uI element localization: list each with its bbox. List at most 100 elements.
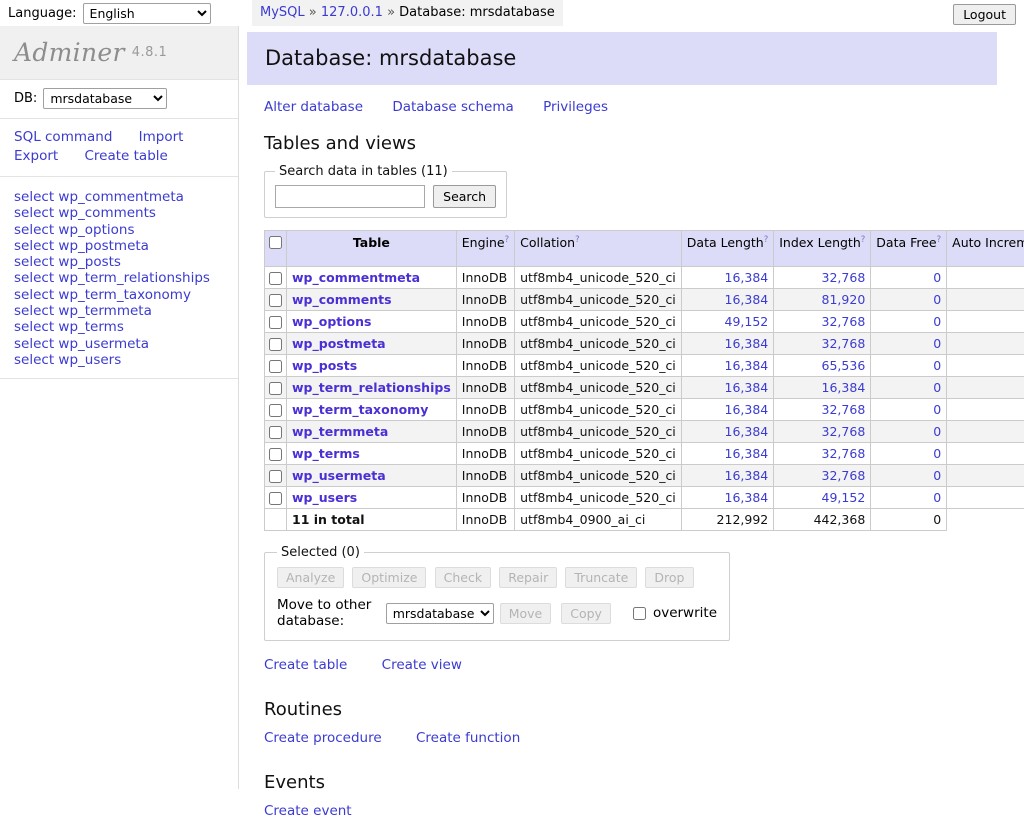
move-button[interactable]: Move [500,603,552,624]
table-name-link[interactable]: wp_term_taxonomy [292,402,428,417]
search-input[interactable] [275,185,425,208]
privileges-link[interactable]: Privileges [543,99,608,115]
sidebar-select-link[interactable]: select wp_users [14,352,238,368]
overwrite-checkbox-label[interactable]: overwrite [629,604,717,623]
row-select-checkbox[interactable] [269,426,282,439]
table-name-link[interactable]: wp_users [292,490,357,505]
help-marker-icon[interactable]: ? [575,235,580,245]
header-engine[interactable]: Engine? [456,231,514,267]
truncate-button[interactable]: Truncate [565,567,637,588]
optimize-button[interactable]: Optimize [352,567,426,588]
header-data-length[interactable]: Data Length? [681,231,773,267]
help-marker-icon[interactable]: ? [505,235,510,245]
table-name-link[interactable]: wp_comments [292,292,392,307]
overwrite-checkbox[interactable] [633,607,646,620]
data-length-cell: 16,384 [681,377,773,399]
index-length-cell: 81,920 [774,289,871,311]
breadcrumb-current: Database: mrsdatabase [399,5,555,20]
row-select-checkbox[interactable] [269,448,282,461]
index-length-cell: 65,536 [774,355,871,377]
help-marker-icon[interactable]: ? [764,235,769,245]
create-table-link[interactable]: Create table [264,657,347,673]
move-target-db-select[interactable]: mrsdatabase [386,603,494,624]
sidebar-select-link[interactable]: select wp_comments [14,205,238,221]
table-name-link[interactable]: wp_options [292,314,371,329]
logout-button[interactable] [953,4,1016,25]
export-link[interactable]: Export [14,148,58,164]
table-row: wp_term_relationshipsInnoDButf8mb4_unico… [265,377,1024,399]
row-select-checkbox[interactable] [269,470,282,483]
tables-table-body: wp_commentmetaInnoDButf8mb4_unicode_520_… [265,267,1024,531]
drop-button[interactable]: Drop [645,567,693,588]
adminer-logo-text[interactable]: Adminer [14,38,125,67]
help-marker-icon[interactable]: ? [861,235,866,245]
sidebar-select-link[interactable]: select wp_options [14,222,238,238]
index-length-cell: 32,768 [774,465,871,487]
import-link[interactable]: Import [139,129,184,145]
data-free-cell: 0 [871,487,947,509]
row-select-checkbox[interactable] [269,272,282,285]
row-select-cell [265,487,287,509]
sql-command-link[interactable]: SQL command [14,129,112,145]
logout-button-wrapper [953,4,1016,25]
sidebar-select-link[interactable]: select wp_usermeta [14,336,238,352]
header-auto-increment[interactable]: Auto Increment? [947,231,1024,267]
sidebar-select-link[interactable]: select wp_commentmeta [14,189,238,205]
search-button[interactable] [433,185,496,208]
row-select-checkbox[interactable] [269,338,282,351]
create-event-link[interactable]: Create event [264,803,352,819]
header-index-length[interactable]: Index Length? [774,231,871,267]
table-row: wp_usersInnoDButf8mb4_unicode_520_ci16,3… [265,487,1024,509]
row-select-checkbox[interactable] [269,360,282,373]
table-name-link[interactable]: wp_posts [292,358,357,373]
auto-increment-cell: 2 [947,289,1024,311]
header-data-free[interactable]: Data Free? [871,231,947,267]
breadcrumb-server-link[interactable]: MySQL [260,5,305,20]
copy-button[interactable]: Copy [561,603,611,624]
alter-database-link[interactable]: Alter database [264,99,363,115]
header-collation[interactable]: Collation? [515,231,682,267]
sidebar-select-link[interactable]: select wp_postmeta [14,238,238,254]
page-title: Database: mrsdatabase [247,32,997,85]
row-select-checkbox[interactable] [269,316,282,329]
auto-increment-cell: 1 [947,421,1024,443]
analyze-button[interactable]: Analyze [277,567,344,588]
table-row: wp_optionsInnoDButf8mb4_unicode_520_ci49… [265,311,1024,333]
repair-button[interactable]: Repair [499,567,557,588]
sidebar-table-select-list: select wp_commentmeta select wp_comments… [0,177,238,379]
create-procedure-link[interactable]: Create procedure [264,730,382,746]
create-table-link-sidebar[interactable]: Create table [84,148,167,164]
row-select-checkbox[interactable] [269,294,282,307]
table-name-cell: wp_users [287,487,457,509]
sidebar-select-link[interactable]: select wp_term_taxonomy [14,287,238,303]
help-marker-icon[interactable]: ? [937,235,942,245]
create-view-link[interactable]: Create view [382,657,462,673]
table-name-cell: wp_posts [287,355,457,377]
sidebar: Adminer 4.8.1 DB: mrsdatabase SQL comman… [0,26,239,789]
header-table[interactable]: Table [287,231,457,267]
table-name-link[interactable]: wp_commentmeta [292,270,420,285]
language-select[interactable]: English [83,3,211,24]
table-name-link[interactable]: wp_postmeta [292,336,386,351]
index-length-cell: 49,152 [774,487,871,509]
check-button[interactable]: Check [435,567,491,588]
engine-cell: InnoDB [456,465,514,487]
table-name-link[interactable]: wp_termmeta [292,424,388,439]
table-name-link[interactable]: wp_terms [292,446,360,461]
select-all-checkbox[interactable] [269,236,282,249]
sidebar-select-link[interactable]: select wp_termmeta [14,303,238,319]
table-name-link[interactable]: wp_term_relationships [292,380,451,395]
table-header-row: Table Engine? Collation? Data Length? In… [265,231,1024,267]
create-function-link[interactable]: Create function [416,730,520,746]
table-name-link[interactable]: wp_usermeta [292,468,386,483]
database-schema-link[interactable]: Database schema [392,99,513,115]
db-select[interactable]: mrsdatabase [43,88,167,109]
sidebar-select-link[interactable]: select wp_terms [14,319,238,335]
sidebar-select-link[interactable]: select wp_term_relationships [14,270,238,286]
sidebar-select-link[interactable]: select wp_posts [14,254,238,270]
row-select-checkbox[interactable] [269,492,282,505]
breadcrumb-host-link[interactable]: 127.0.0.1 [321,5,383,20]
row-select-checkbox[interactable] [269,404,282,417]
row-select-checkbox[interactable] [269,382,282,395]
data-free-cell: 0 [871,465,947,487]
